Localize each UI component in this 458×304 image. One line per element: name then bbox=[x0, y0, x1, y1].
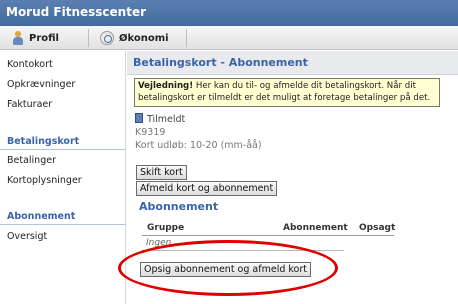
column-header-opsagt: Opsagt bbox=[359, 223, 396, 233]
sidebar: Kontokort Opkrævninger Fakturaer Betalin… bbox=[0, 51, 126, 304]
card-icon bbox=[135, 113, 143, 123]
tab-divider bbox=[88, 29, 89, 47]
top-tab-bar: Profil Økonomi bbox=[0, 26, 458, 50]
page-title: Betalingskort - Abonnement bbox=[127, 51, 458, 75]
sidebar-item-kontokort[interactable]: Kontokort bbox=[7, 59, 53, 70]
coin-icon bbox=[100, 31, 114, 45]
sidebar-item-betalinger[interactable]: Betalinger bbox=[7, 155, 56, 166]
tab-okonomi-label: Økonomi bbox=[119, 32, 169, 44]
instruction-label: Vejledning! bbox=[138, 81, 194, 91]
tab-okonomi[interactable]: Økonomi bbox=[100, 26, 169, 50]
column-header-abonnement: Abonnement bbox=[283, 223, 348, 233]
app-title: Morud Fitnesscenter bbox=[6, 5, 147, 19]
tab-profil-label: Profil bbox=[29, 32, 59, 44]
tab-profil[interactable]: Profil bbox=[12, 26, 59, 50]
subscription-title: Abonnement bbox=[139, 200, 219, 213]
sidebar-heading-betalingskort: Betalingskort bbox=[7, 136, 80, 147]
sidebar-divider bbox=[0, 224, 126, 225]
unsubscribe-card-button[interactable]: Afmeld kort og abonnement bbox=[136, 181, 278, 196]
change-card-button[interactable]: Skift kort bbox=[136, 165, 187, 180]
tab-divider bbox=[186, 29, 187, 47]
person-icon bbox=[12, 31, 24, 45]
instruction-box: Vejledning! Her kan du til- og afmelde d… bbox=[134, 78, 440, 107]
sidebar-divider bbox=[0, 149, 126, 150]
table-header-divider bbox=[142, 235, 394, 236]
card-expiry: Kort udløb: 10-20 (mm-åå) bbox=[135, 140, 262, 151]
sidebar-heading-abonnement: Abonnement bbox=[7, 211, 76, 222]
highlight-ellipse bbox=[118, 240, 338, 296]
sidebar-item-fakturaer[interactable]: Fakturaer bbox=[7, 99, 52, 110]
card-status: Tilmeldt bbox=[147, 114, 186, 125]
column-header-gruppe: Gruppe bbox=[147, 223, 185, 233]
card-number: K9319 bbox=[135, 127, 166, 138]
app-title-bar: Morud Fitnesscenter bbox=[0, 0, 458, 26]
sidebar-item-oversigt[interactable]: Oversigt bbox=[7, 231, 47, 242]
sidebar-item-opkraevninger[interactable]: Opkrævninger bbox=[7, 79, 75, 90]
sidebar-item-kortoplysninger[interactable]: Kortoplysninger bbox=[7, 175, 82, 186]
